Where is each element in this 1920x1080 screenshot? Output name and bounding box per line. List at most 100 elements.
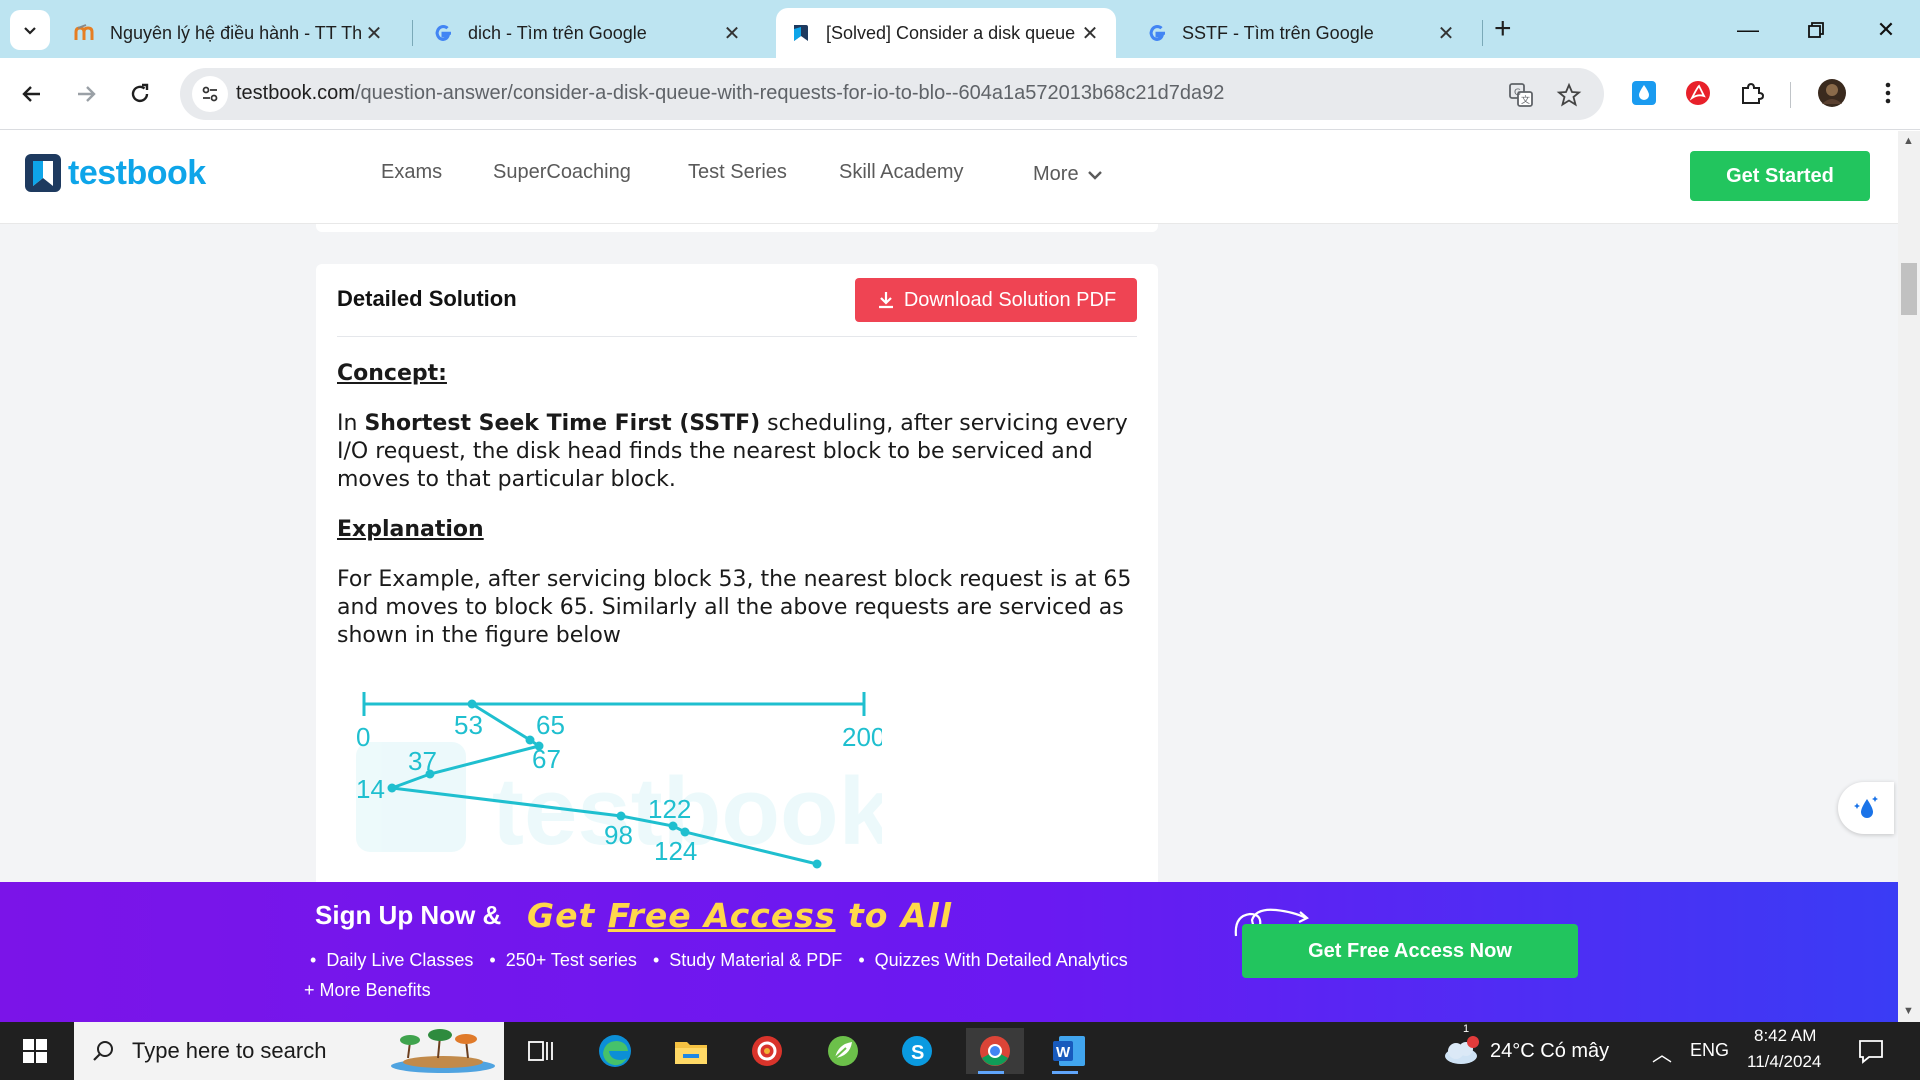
weather-text[interactable]: 24°C Có mây [1490,1040,1609,1063]
benefit-item: 250+ Test series [489,950,637,971]
back-button[interactable] [14,76,50,112]
label-53: 53 [454,710,483,740]
taskbar-word[interactable]: W [1040,1028,1098,1074]
explanation-heading: Explanation [337,517,484,542]
nav-skill-academy[interactable]: Skill Academy [839,161,964,184]
search-icon [93,1041,113,1061]
taskbar-skype[interactable]: S [892,1028,942,1074]
translate-icon[interactable]: G文 [1506,80,1536,110]
task-view-button[interactable] [516,1028,566,1074]
tab-title: SSTF - Tìm trên Google [1182,22,1374,43]
scroll-up-icon[interactable]: ▲ [1903,135,1914,147]
url-text: testbook.com/question-answer/consider-a-… [236,82,1224,105]
tab-separator [412,20,413,46]
logo-text: testbook [68,153,206,192]
nav-supercoaching[interactable]: SuperCoaching [493,161,631,184]
forward-arrow-icon [78,86,96,102]
concept-paragraph: In Shortest Seek Time First (SSTF) sched… [337,410,1137,494]
minimize-button[interactable]: — [1718,10,1778,50]
new-tab-button[interactable]: + [1494,14,1512,44]
benefit-item: Quizzes With Detailed Analytics [858,950,1128,971]
taskbar-app-red[interactable] [742,1028,792,1074]
label-124: 124 [654,836,697,866]
download-solution-pdf-button[interactable]: Download Solution PDF [855,278,1137,322]
point-14 [387,783,397,793]
tab-1[interactable]: dich - Tìm trên Google ✕ [418,8,758,58]
page-scrollbar[interactable]: ▲ ▼ [1898,131,1920,1023]
url-domain: testbook.com [236,82,355,104]
taskbar-app-green[interactable] [818,1028,868,1074]
chrome-menu-icon[interactable] [1872,77,1904,109]
reload-button[interactable] [122,76,158,112]
active-indicator [978,1071,1004,1074]
label-67: 67 [532,744,561,774]
explanation-paragraph: For Example, after servicing block 53, t… [337,567,1132,648]
folder-icon [675,1042,707,1064]
close-icon[interactable]: ✕ [720,21,744,45]
benefit-item: Daily Live Classes [310,950,473,971]
scroll-down-icon[interactable]: ▼ [1903,1005,1914,1017]
water-drop-extension-icon[interactable] [1628,77,1660,109]
nav-more[interactable]: More [1033,163,1103,186]
extensions-puzzle-icon[interactable] [1736,77,1768,109]
clock-date[interactable]: 11/4/2024 [1747,1052,1821,1072]
weather-badge: 1 [1463,1023,1470,1035]
restore-button[interactable] [1786,10,1846,50]
bookmark-star-icon[interactable] [1554,80,1584,110]
notification-center-button[interactable] [1846,1028,1896,1074]
task-view-icon [528,1041,553,1061]
nav-exams[interactable]: Exams [381,161,442,184]
sparkle-assistant-button[interactable] [1838,782,1894,834]
word-icon: W [1053,1036,1085,1066]
solution-content: Concept: In Shortest Seek Time First (SS… [337,360,1137,672]
close-icon[interactable]: ✕ [1078,21,1102,45]
point-end [812,859,822,869]
point-53 [467,699,477,709]
start-button[interactable] [0,1022,70,1080]
taskbar-edge[interactable] [590,1028,640,1074]
axis-label-end: 200 [842,722,882,752]
close-icon[interactable]: ✕ [362,21,386,45]
svg-text:S: S [911,1042,924,1064]
testbook-favicon-icon [790,22,812,44]
taskbar-search-box[interactable]: Type here to search [74,1022,504,1080]
svg-text:W: W [1056,1044,1071,1061]
tray-chevron-up-icon[interactable]: ︿ [1652,1038,1672,1067]
page-content: Detailed Solution Download Solution PDF … [0,224,1898,882]
pdf-extension-icon[interactable] [1682,77,1714,109]
previous-card-edge [316,224,1158,232]
promo-accent-free: Free Access [607,896,836,935]
forward-button[interactable] [68,76,104,112]
nav-more-label: More [1033,163,1079,185]
scrollbar-thumb[interactable] [1901,263,1917,315]
close-window-button[interactable]: ✕ [1856,10,1916,50]
get-started-button[interactable]: Get Started [1690,151,1870,201]
reload-icon [131,83,149,103]
taskbar-file-explorer[interactable] [666,1028,716,1074]
address-bar[interactable]: testbook.com/question-answer/consider-a-… [180,68,1604,120]
language-indicator[interactable]: ENG [1690,1040,1729,1061]
sstf-term: Shortest Seek Time First (SSTF) [364,411,761,436]
profile-avatar[interactable] [1816,77,1848,109]
get-free-access-button[interactable]: Get Free Access Now [1242,924,1578,978]
tab-0[interactable]: Nguyên lý hệ điều hành - TT Th ✕ [60,8,400,58]
nav-test-series[interactable]: Test Series [688,161,787,184]
tab-search-button[interactable] [10,10,50,50]
browser-toolbar: testbook.com/question-answer/consider-a-… [0,58,1920,130]
axis-label-start: 0 [356,722,370,752]
weather-widget-icon[interactable] [1436,1028,1486,1074]
solution-title: Detailed Solution [337,286,517,311]
clock-time[interactable]: 8:42 AM [1754,1026,1816,1046]
edge-icon [599,1035,631,1067]
more-benefits-link[interactable]: + More Benefits [304,980,431,1001]
testbook-logo[interactable]: testbook [24,153,206,193]
concept-heading: Concept: [337,361,447,386]
testbook-logo-icon [25,154,61,192]
label-14: 14 [356,774,385,804]
tab-3[interactable]: SSTF - Tìm trên Google ✕ [1132,8,1472,58]
promo-accent-post: to All [835,896,953,935]
close-icon[interactable]: ✕ [1434,21,1458,45]
site-info-icon[interactable] [192,76,228,112]
taskbar-chrome[interactable] [966,1028,1024,1074]
tab-2[interactable]: [Solved] Consider a disk queue ✕ [776,8,1116,58]
